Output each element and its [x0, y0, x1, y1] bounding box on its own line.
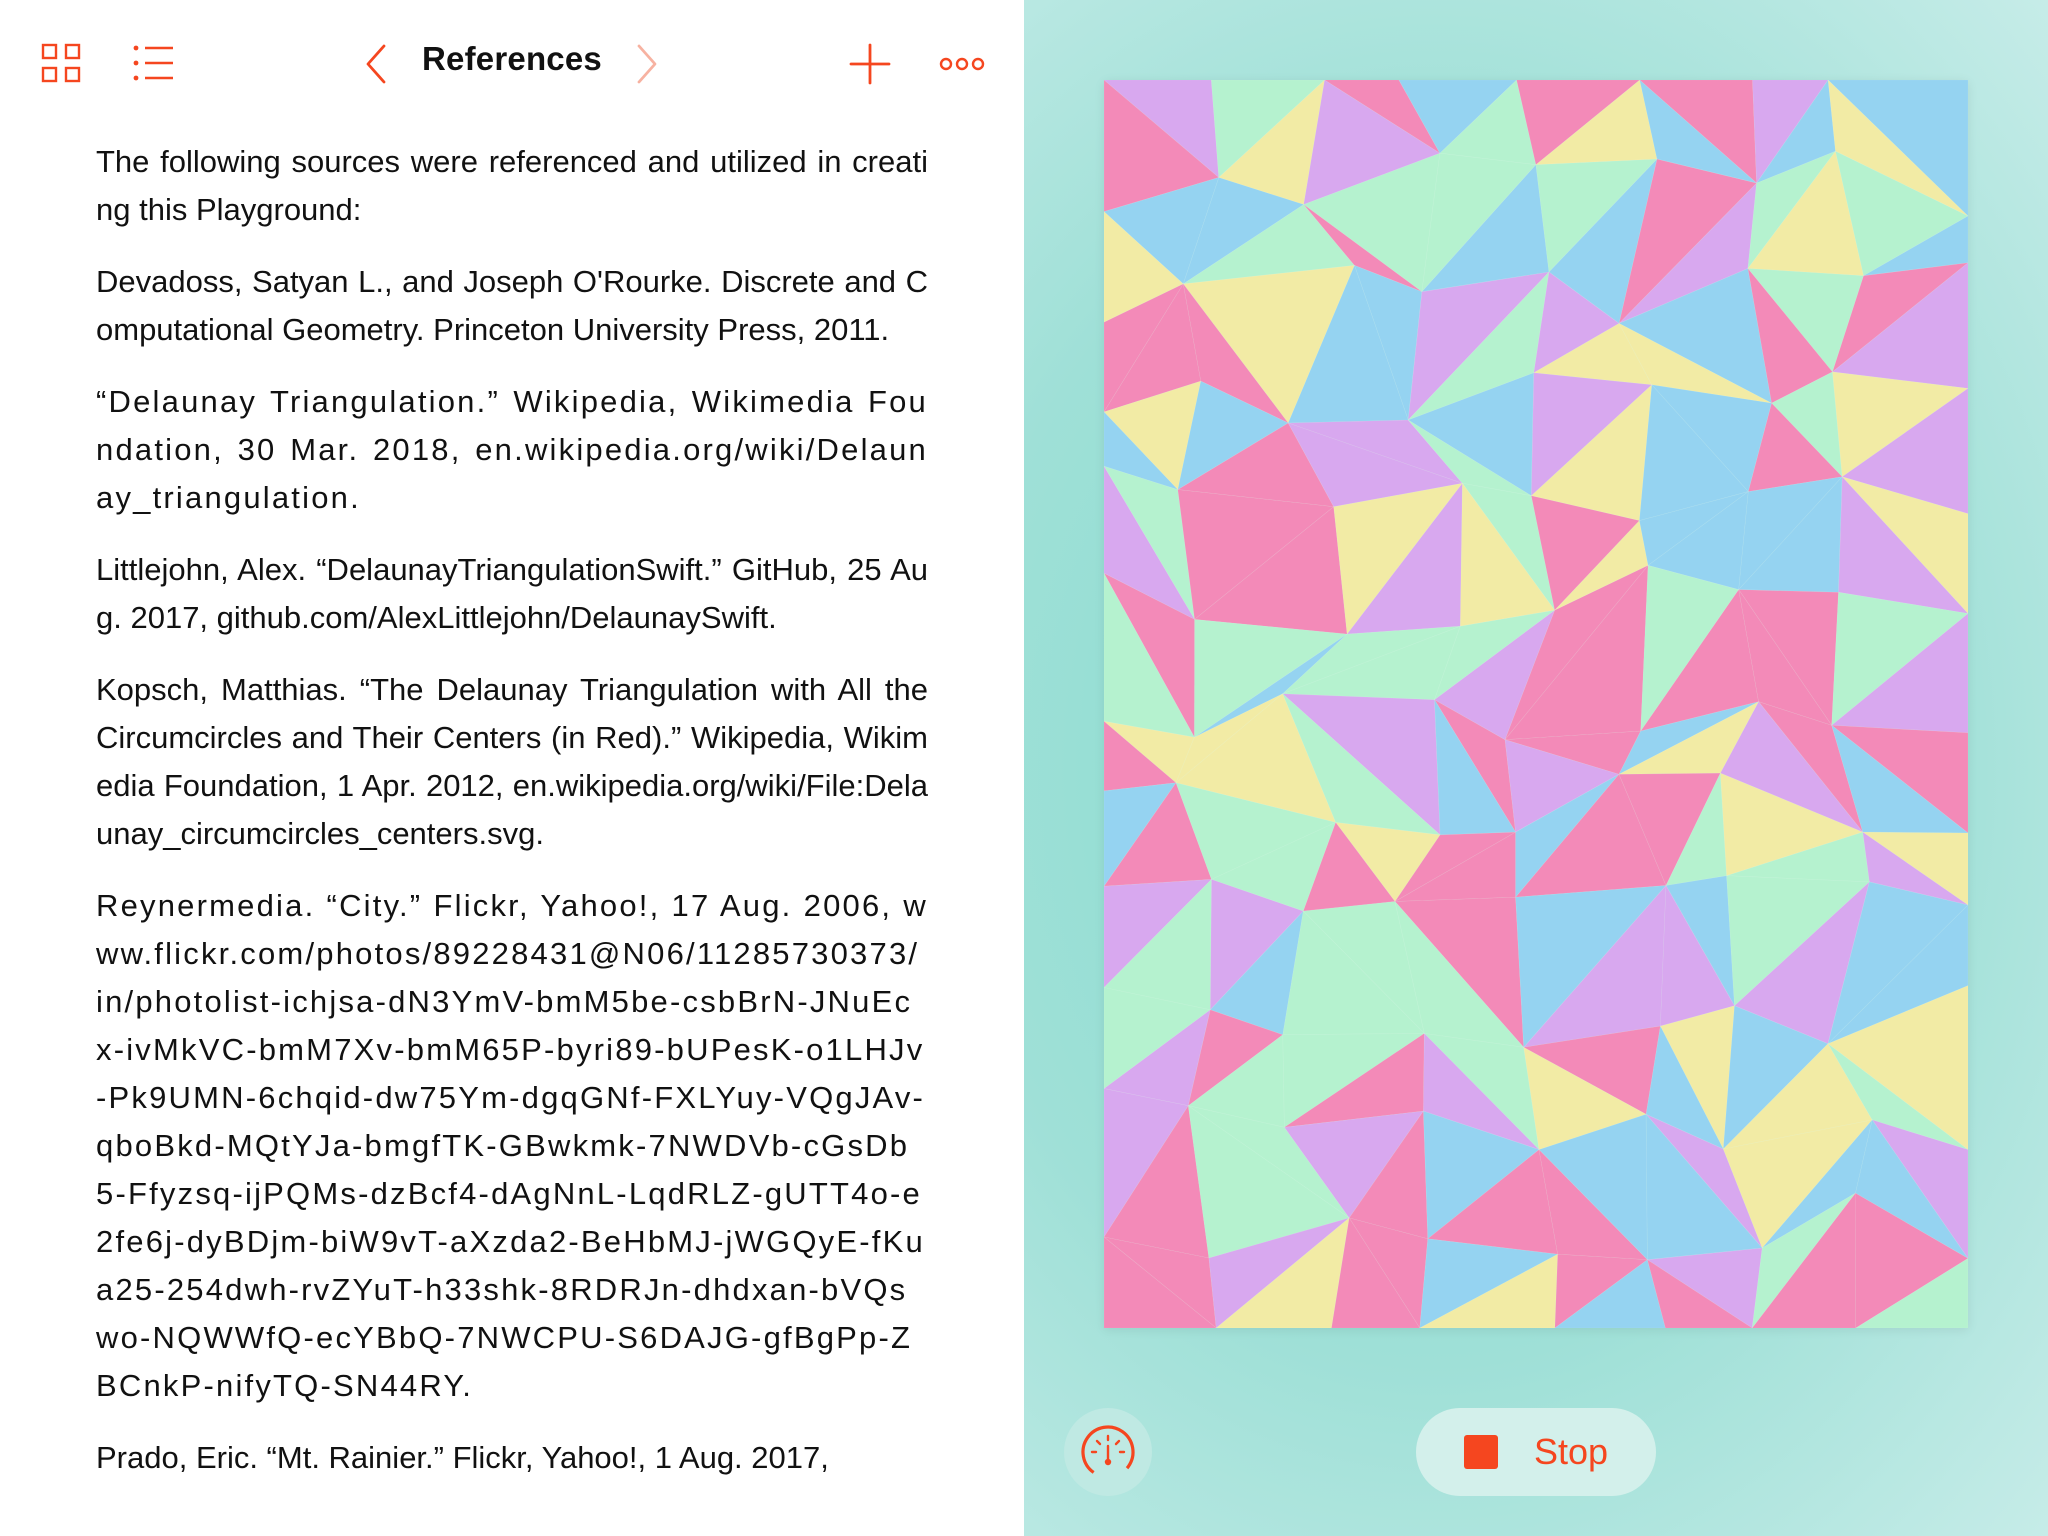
- back-button[interactable]: [356, 40, 396, 88]
- toolbar: References: [0, 0, 1024, 128]
- app-window: References The following sources were re…: [0, 0, 2048, 1536]
- chevron-left-icon: [366, 44, 386, 84]
- forward-button[interactable]: [627, 40, 667, 88]
- reference-reynermedia: Reynermedia. “City.” Flickr, Yahoo!, 17 …: [96, 888, 928, 1403]
- reference-wikipedia-delaunay: “Delaunay Triangulation.” Wikipedia, Wik…: [96, 384, 928, 515]
- page-title-text: References: [422, 40, 602, 77]
- stop-square-icon: [1463, 1435, 1498, 1469]
- delaunay-triangulation-artwork: [1104, 80, 1968, 1328]
- document-pane: References The following sources were re…: [0, 0, 1024, 1536]
- grid-view-button[interactable]: [36, 38, 86, 88]
- reference-devadoss: Devadoss, Satyan L., and Joseph O'Rourke…: [96, 264, 928, 347]
- more-button[interactable]: [936, 44, 988, 84]
- reference-littlejohn: Littlejohn, Alex. “DelaunayTriangulation…: [96, 552, 928, 635]
- performance-button[interactable]: [1064, 1408, 1152, 1496]
- chevron-right-icon: [637, 44, 657, 84]
- intro-paragraph: The following sources were referenced an…: [96, 144, 928, 227]
- reference-prado: Prado, Eric. “Mt. Rainier.” Flickr, Yaho…: [96, 1440, 829, 1475]
- add-button[interactable]: [844, 38, 896, 90]
- live-view-pane: Stop: [1024, 0, 2048, 1536]
- list-view-icon: [133, 45, 173, 81]
- list-view-button[interactable]: [128, 38, 178, 88]
- live-view-canvas[interactable]: [1104, 80, 1968, 1328]
- references-document: The following sources were referenced an…: [96, 138, 928, 1506]
- stop-button[interactable]: Stop: [1416, 1408, 1656, 1496]
- stop-button-label: Stop: [1533, 1431, 1609, 1472]
- plus-icon: [849, 43, 891, 85]
- reference-kopsch: Kopsch, Matthias. “The Delaunay Triangul…: [96, 672, 928, 851]
- more-icon: [939, 57, 985, 71]
- grid-view-icon: [41, 43, 81, 83]
- speedometer-icon: [1081, 1425, 1135, 1479]
